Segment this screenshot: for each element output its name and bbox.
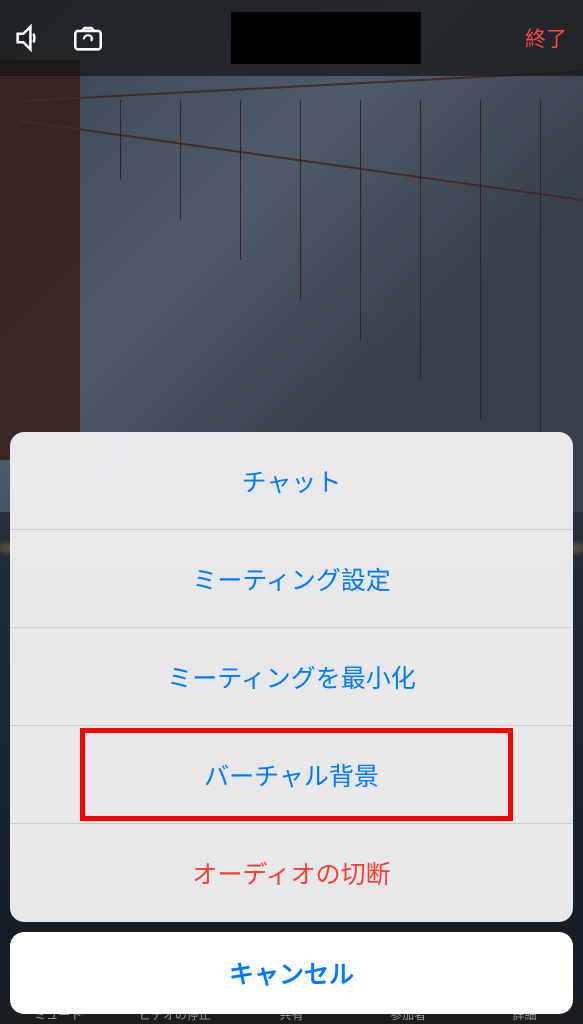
sheet-item-chat[interactable]: チャット <box>10 432 573 530</box>
sheet-item-label: バーチャル背景 <box>204 757 379 793</box>
flip-camera-icon[interactable] <box>70 21 106 55</box>
sheet-item-virtual-background[interactable]: バーチャル背景 <box>10 726 573 824</box>
sheet-item-label: チャット <box>242 463 342 499</box>
speaker-icon[interactable] <box>12 21 46 55</box>
sheet-item-label: ミーティング設定 <box>192 561 391 597</box>
cancel-button-label: キャンセル <box>229 955 354 991</box>
sheet-item-disconnect-audio[interactable]: オーディオの切断 <box>10 824 573 922</box>
sheet-item-meeting-settings[interactable]: ミーティング設定 <box>10 530 573 628</box>
top-center <box>130 12 521 64</box>
top-bar: 終了 <box>0 0 583 76</box>
sheet-item-label: オーディオの切断 <box>192 855 390 891</box>
sheet-item-label: ミーティングを最小化 <box>167 659 416 695</box>
action-sheet-container: チャット ミーティング設定 ミーティングを最小化 バーチャル背景 オーディオの切… <box>0 432 583 1024</box>
sheet-item-minimize[interactable]: ミーティングを最小化 <box>10 628 573 726</box>
action-sheet: チャット ミーティング設定 ミーティングを最小化 バーチャル背景 オーディオの切… <box>10 432 573 922</box>
cancel-button[interactable]: キャンセル <box>10 932 573 1014</box>
end-meeting-button[interactable]: 終了 <box>521 19 571 57</box>
meeting-info-box[interactable] <box>231 12 421 64</box>
